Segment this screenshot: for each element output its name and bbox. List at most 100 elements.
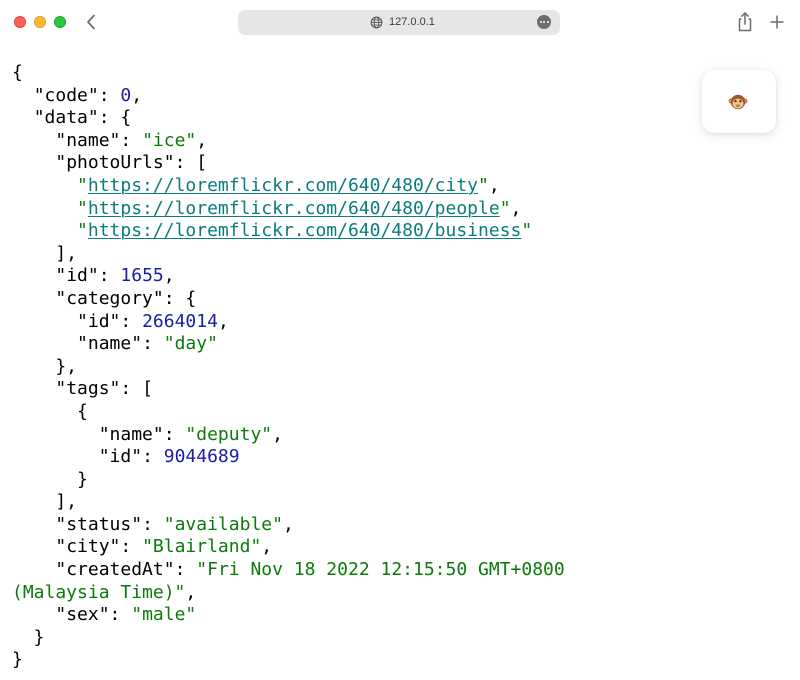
json-punctuation: : (120, 536, 143, 558)
json-key: "tags" (55, 378, 121, 400)
json-punctuation: : (109, 604, 132, 626)
json-punctuation (12, 130, 55, 151)
json-string: " (478, 174, 489, 196)
json-punctuation (12, 333, 77, 354)
json-line: "https://loremflickr.com/640/480/busines… (12, 220, 532, 241)
json-punctuation (12, 536, 55, 557)
json-punctuation (12, 514, 55, 535)
json-punctuation: : (142, 513, 164, 535)
extension-button[interactable] (702, 70, 776, 133)
new-tab-button[interactable] (768, 12, 786, 32)
json-string: "ice" (142, 129, 197, 151)
json-key: "data" (33, 107, 99, 129)
json-punctuation: : (98, 265, 121, 287)
json-string: " (77, 174, 88, 196)
json-line: "code": 0, (12, 85, 142, 106)
json-key: "id" (77, 310, 121, 332)
json-key: "name" (98, 423, 164, 445)
json-line: { (12, 62, 23, 83)
json-key: "name" (77, 333, 143, 355)
json-viewer: { "code": 0, "data": { "name": "ice", "p… (12, 62, 792, 672)
json-punctuation: : { (163, 287, 197, 309)
json-punctuation (12, 559, 55, 580)
json-punctuation: , (282, 513, 294, 535)
json-punctuation: , (488, 174, 500, 196)
json-string: "Fri Nov 18 2022 12:15:50 GMT+0800 (196, 559, 565, 581)
json-url-link[interactable]: https://loremflickr.com/640/480/business (88, 220, 521, 241)
globe-icon (370, 16, 383, 29)
json-key: "name" (55, 129, 121, 151)
json-url-link[interactable]: https://loremflickr.com/640/480/city (88, 175, 478, 196)
browser-toolbar: 127.0.0.1 (0, 0, 800, 44)
json-punctuation: } (12, 649, 23, 671)
json-line: } (12, 627, 45, 648)
json-punctuation (12, 175, 77, 196)
chevron-left-icon (87, 14, 95, 30)
close-window-button[interactable] (14, 16, 26, 28)
json-string: "day" (163, 333, 218, 355)
json-punctuation: }, (12, 355, 78, 377)
json-punctuation: } (12, 468, 88, 490)
json-punctuation (12, 424, 99, 445)
json-punctuation: : (142, 446, 164, 468)
json-punctuation (12, 107, 34, 128)
json-punctuation: { (12, 62, 23, 83)
json-line: "status": "available", (12, 513, 294, 535)
share-button[interactable] (735, 11, 755, 33)
json-key: "code" (33, 84, 99, 106)
back-button[interactable] (80, 10, 102, 34)
json-line: "id": 2664014, (12, 311, 229, 332)
json-line: "name": "deputy", (12, 424, 283, 445)
json-line: "sex": "male" (12, 604, 196, 625)
json-punctuation: : (174, 559, 197, 581)
json-key: "id" (98, 446, 143, 468)
json-key: "status" (55, 513, 143, 535)
json-number: 0 (120, 84, 132, 106)
json-punctuation: , (217, 310, 229, 332)
ellipsis-icon (539, 21, 542, 23)
json-string: " (77, 197, 88, 219)
json-punctuation (12, 152, 55, 173)
json-punctuation (12, 311, 77, 332)
json-punctuation (12, 220, 77, 241)
json-punctuation: : [ (174, 152, 208, 174)
json-url-link[interactable]: https://loremflickr.com/640/480/people (88, 198, 500, 219)
json-number: 1655 (120, 265, 164, 287)
json-string: " (521, 220, 533, 242)
json-punctuation: , (163, 265, 175, 287)
json-number: 9044689 (163, 446, 240, 468)
json-punctuation: , (261, 536, 273, 558)
json-punctuation: : (163, 423, 186, 445)
address-bar[interactable]: 127.0.0.1 (238, 10, 560, 35)
json-punctuation: ], (12, 242, 78, 264)
json-punctuation: , (196, 129, 208, 151)
json-string: (Malaysia Time)" (12, 581, 186, 603)
json-line: "createdAt": "Fri Nov 18 2022 12:15:50 G… (12, 559, 565, 581)
json-punctuation: : (142, 333, 164, 355)
json-line: "id": 1655, (12, 265, 175, 287)
json-string: "Blairland" (142, 536, 262, 558)
share-icon (738, 12, 752, 32)
json-punctuation (12, 198, 77, 219)
json-string: "male" (131, 604, 197, 626)
json-punctuation: : (120, 310, 143, 332)
json-string: "deputy" (185, 423, 273, 445)
minimize-window-button[interactable] (34, 16, 46, 28)
json-line: "name": "ice", (12, 130, 207, 151)
json-line: "category": { (12, 288, 196, 309)
json-line: "https://loremflickr.com/640/480/city", (12, 175, 500, 196)
page-menu-button[interactable] (537, 15, 551, 29)
browser-window: 127.0.0.1 { "code": 0, "data": { "name":… (0, 0, 800, 680)
json-punctuation: , (272, 423, 283, 445)
json-line: }, (12, 356, 77, 377)
json-key: "createdAt" (55, 559, 175, 581)
plus-icon (770, 15, 784, 29)
json-punctuation: : [ (120, 378, 153, 400)
json-line: "photoUrls": [ (12, 152, 207, 173)
json-punctuation: , (185, 581, 197, 603)
json-line: (Malaysia Time)", (12, 582, 196, 603)
json-line: ], (12, 491, 77, 512)
maximize-window-button[interactable] (54, 16, 66, 28)
json-key: "photoUrls" (55, 152, 175, 174)
json-line: { (12, 401, 88, 422)
